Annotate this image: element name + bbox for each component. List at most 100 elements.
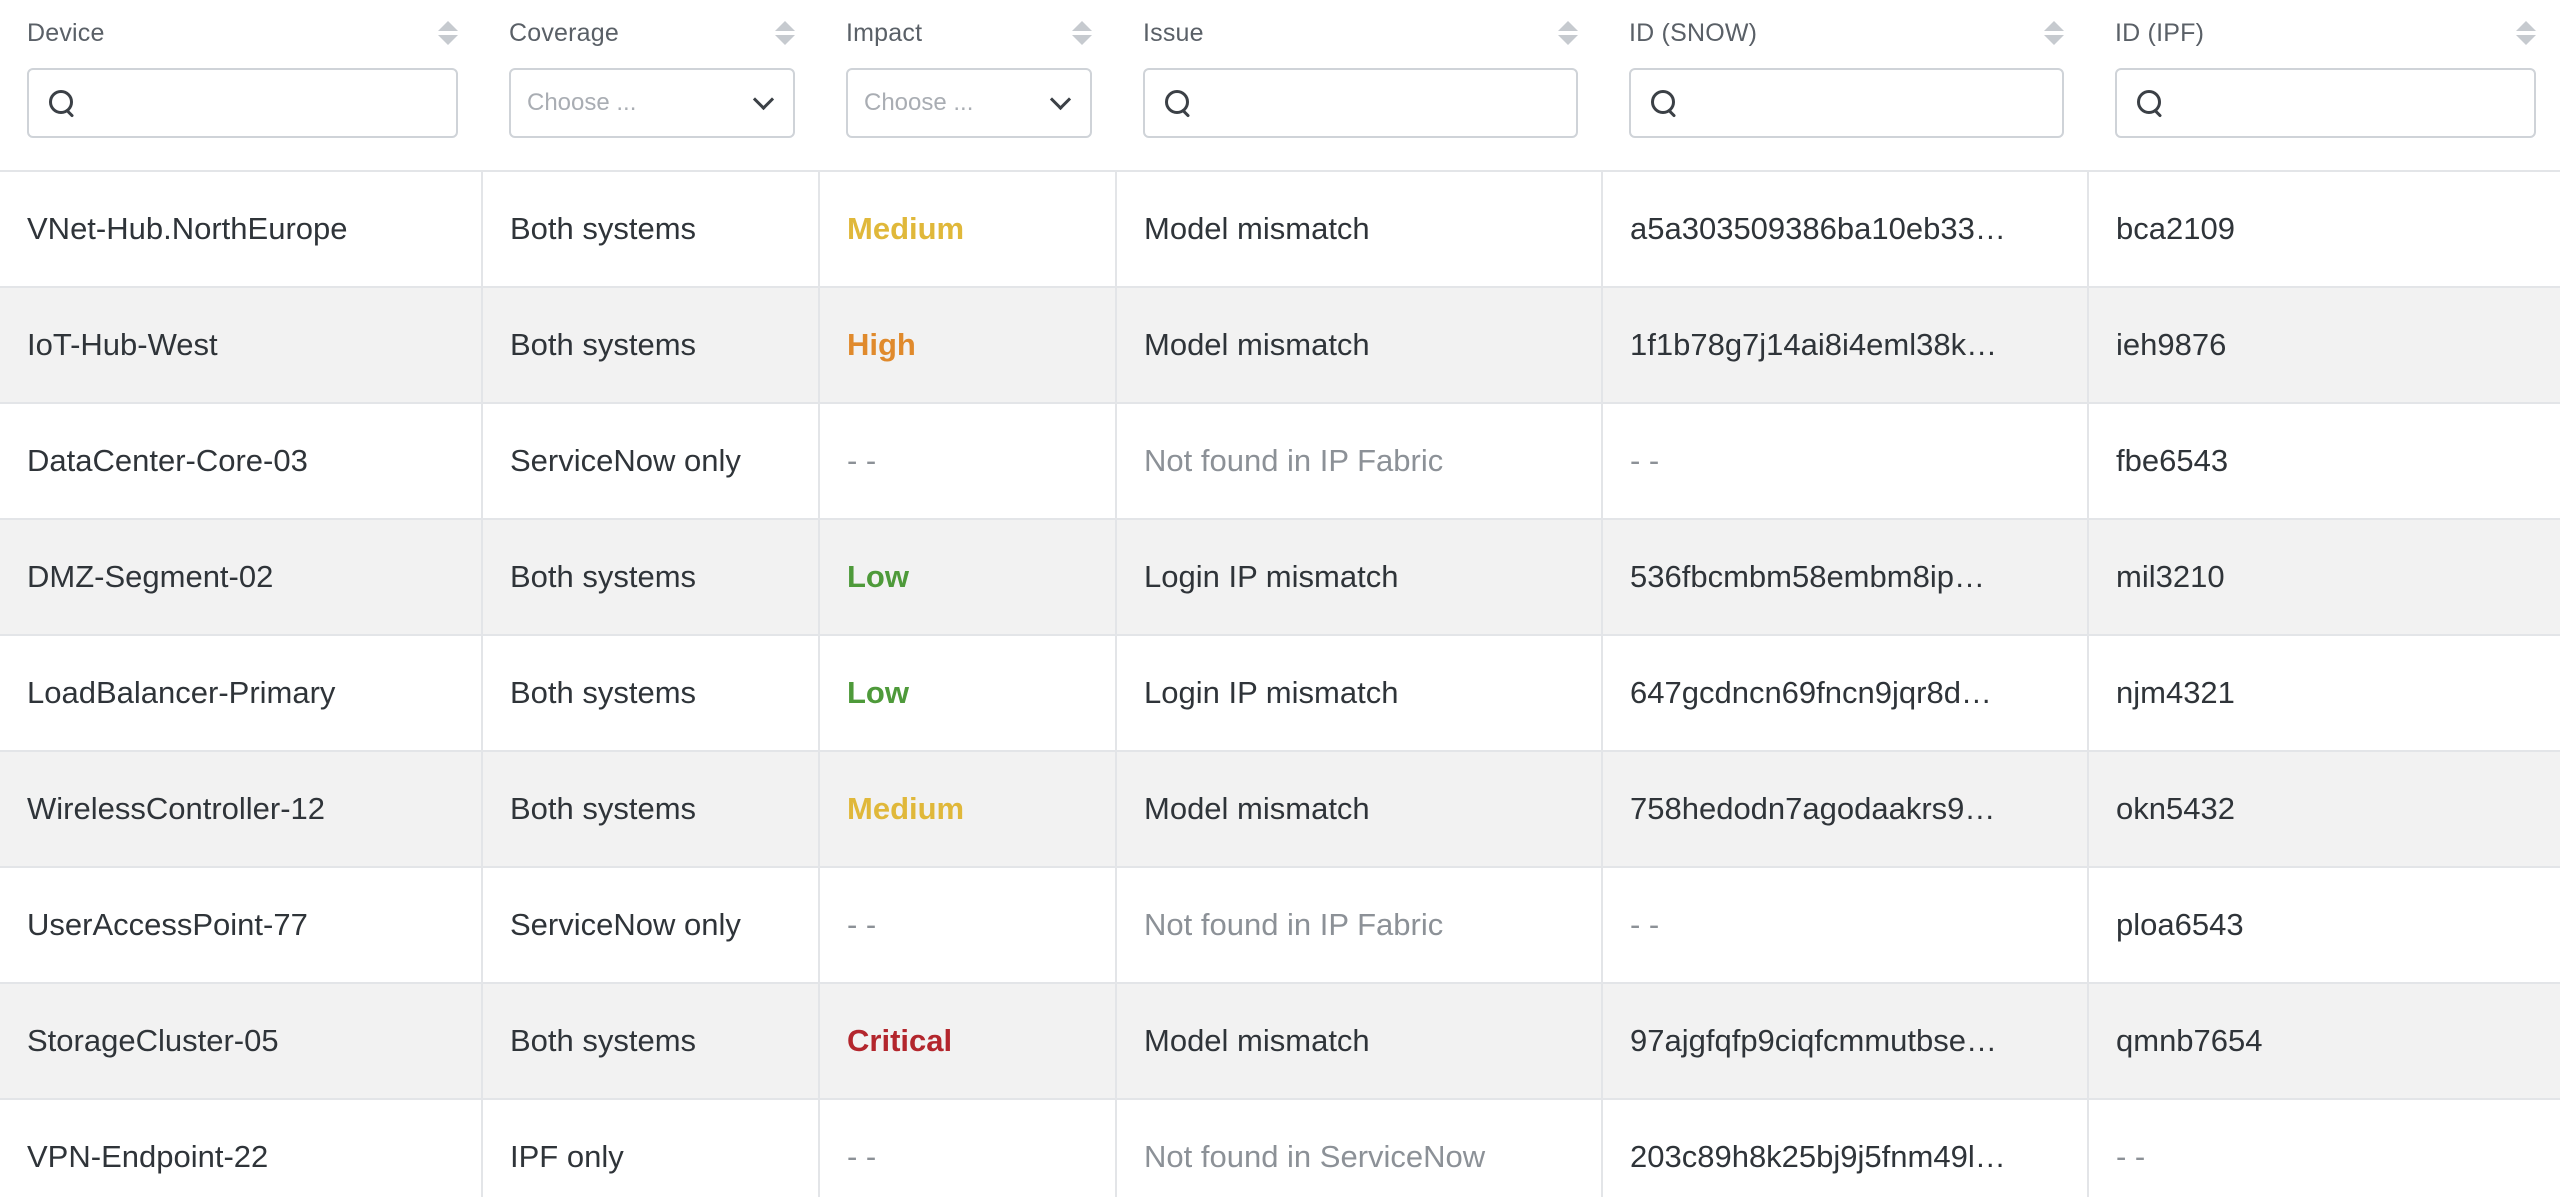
cell-issue: Not found in IP Fabric xyxy=(1116,867,1603,984)
search-icon xyxy=(1649,88,1679,118)
cell-id-snow: 758hedodn7agodaakrs9… xyxy=(1602,751,2089,868)
table-row[interactable]: DMZ-Segment-02 Both systems Low Login IP mi… xyxy=(0,519,2560,636)
table-row[interactable]: WirelessController-12 Both systems Medium M… xyxy=(0,751,2560,868)
cell-id-snow: 203c89h8k25bj9j5fnm49l… xyxy=(1602,1099,2089,1197)
cell-device: WirelessController-12 xyxy=(0,751,483,868)
cell-id-ipf: njm4321 xyxy=(2088,635,2560,752)
select-placeholder: Choose ... xyxy=(527,89,637,116)
cell-issue: Not found in ServiceNow xyxy=(1116,1099,1603,1197)
table-row[interactable]: UserAccessPoint-77 ServiceNow only - - Not … xyxy=(0,867,2560,984)
cell-device: LoadBalancer-Primary xyxy=(0,635,483,752)
table-row[interactable]: LoadBalancer-Primary Both systems Low Login… xyxy=(0,635,2560,752)
cell-device: DMZ-Segment-02 xyxy=(0,519,483,636)
cell-issue: Model mismatch xyxy=(1116,751,1603,868)
column-label: ID (IPF) xyxy=(2115,18,2205,47)
cell-coverage: Both systems xyxy=(482,751,820,868)
cell-device: DataCenter-Core-03 xyxy=(0,403,483,520)
cell-impact: High xyxy=(819,287,1117,404)
cell-id-snow: 647gcdncn69fncn9jqr8d… xyxy=(1602,635,2089,752)
column-header-id-ipf: ID (IPF) xyxy=(2088,0,2560,172)
table-row[interactable]: DataCenter-Core-03 ServiceNow only - - Not … xyxy=(0,403,2560,520)
table-row[interactable]: IoT-Hub-West Both systems High Model mismat… xyxy=(0,287,2560,404)
column-header-issue: Issue xyxy=(1116,0,1602,172)
issue-search-field[interactable] xyxy=(1143,68,1578,138)
cell-device: VNet-Hub.NorthEurope xyxy=(0,171,483,288)
cell-impact: Medium xyxy=(819,171,1117,288)
cell-coverage: Both systems xyxy=(482,171,820,288)
issue-search-input[interactable] xyxy=(1207,86,1558,120)
cell-issue: Model mismatch xyxy=(1116,287,1603,404)
id-snow-search-input[interactable] xyxy=(1693,86,2044,120)
cell-id-ipf: qmnb7654 xyxy=(2088,983,2560,1100)
cell-issue: Not found in IP Fabric xyxy=(1116,403,1603,520)
cell-coverage: ServiceNow only xyxy=(482,403,820,520)
device-comparison-grid: Device Coverage Choose ... Impact Choose… xyxy=(0,0,2560,1197)
select-placeholder: Choose ... xyxy=(864,89,974,116)
sort-icon[interactable] xyxy=(438,16,458,50)
id-ipf-search-input[interactable] xyxy=(2179,86,2516,120)
data-table: Device Coverage Choose ... Impact Choose… xyxy=(0,0,2560,1197)
cell-device: UserAccessPoint-77 xyxy=(0,867,483,984)
sort-icon[interactable] xyxy=(1072,16,1092,50)
header-row: Device Coverage Choose ... Impact Choose… xyxy=(0,0,2560,172)
cell-impact: - - xyxy=(819,867,1117,984)
cell-id-ipf: okn5432 xyxy=(2088,751,2560,868)
cell-coverage: Both systems xyxy=(482,519,820,636)
cell-coverage: Both systems xyxy=(482,635,820,752)
cell-device: StorageCluster-05 xyxy=(0,983,483,1100)
device-search-input[interactable] xyxy=(91,86,438,120)
sort-icon[interactable] xyxy=(1558,16,1578,50)
cell-id-snow: - - xyxy=(1602,867,2089,984)
cell-issue: Model mismatch xyxy=(1116,983,1603,1100)
cell-id-ipf: ieh9876 xyxy=(2088,287,2560,404)
chevron-down-icon xyxy=(1049,88,1072,110)
column-label: Coverage xyxy=(509,18,619,47)
cell-impact: - - xyxy=(819,403,1117,520)
cell-device: VPN-Endpoint-22 xyxy=(0,1099,483,1197)
column-header-impact: Impact Choose ... xyxy=(819,0,1116,172)
cell-id-ipf: mil3210 xyxy=(2088,519,2560,636)
cell-impact: Low xyxy=(819,519,1117,636)
cell-coverage: Both systems xyxy=(482,287,820,404)
cell-id-snow: 97ajgfqfp9ciqfcmmutbse… xyxy=(1602,983,2089,1100)
cell-id-ipf: - - xyxy=(2088,1099,2560,1197)
cell-impact: Low xyxy=(819,635,1117,752)
cell-issue: Model mismatch xyxy=(1116,171,1603,288)
impact-filter-select[interactable]: Choose ... xyxy=(846,68,1092,138)
table-row[interactable]: StorageCluster-05 Both systems Critical Mod… xyxy=(0,983,2560,1100)
sort-icon[interactable] xyxy=(2044,16,2064,50)
column-label: Impact xyxy=(846,18,923,47)
table-row[interactable]: VNet-Hub.NorthEurope Both systems Medium Mo… xyxy=(0,171,2560,288)
cell-device: IoT-Hub-West xyxy=(0,287,483,404)
cell-coverage: IPF only xyxy=(482,1099,820,1197)
column-header-device: Device xyxy=(0,0,482,172)
column-label: ID (SNOW) xyxy=(1629,18,1758,47)
cell-id-snow: - - xyxy=(1602,403,2089,520)
coverage-filter-select[interactable]: Choose ... xyxy=(509,68,795,138)
cell-id-snow: 536fbcmbm58embm8ip… xyxy=(1602,519,2089,636)
device-search-field[interactable] xyxy=(27,68,458,138)
chevron-down-icon xyxy=(752,88,775,110)
cell-id-ipf: bca2109 xyxy=(2088,171,2560,288)
column-header-coverage: Coverage Choose ... xyxy=(482,0,819,172)
table-body: VNet-Hub.NorthEurope Both systems Medium Mo… xyxy=(0,171,2560,1197)
id-ipf-search-field[interactable] xyxy=(2115,68,2536,138)
search-icon xyxy=(1163,88,1193,118)
table-header: Device Coverage Choose ... Impact Choose… xyxy=(0,0,2560,172)
cell-impact: - - xyxy=(819,1099,1117,1197)
cell-id-snow: 1f1b78g7j14ai8i4eml38k… xyxy=(1602,287,2089,404)
cell-id-snow: a5a303509386ba10eb33… xyxy=(1602,171,2089,288)
cell-coverage: ServiceNow only xyxy=(482,867,820,984)
search-icon xyxy=(47,88,77,118)
sort-icon[interactable] xyxy=(775,16,795,50)
table-row[interactable]: VPN-Endpoint-22 IPF only - - Not found in S… xyxy=(0,1099,2560,1197)
cell-id-ipf: fbe6543 xyxy=(2088,403,2560,520)
sort-icon[interactable] xyxy=(2516,16,2536,50)
column-label: Device xyxy=(27,18,105,47)
cell-id-ipf: ploa6543 xyxy=(2088,867,2560,984)
cell-coverage: Both systems xyxy=(482,983,820,1100)
cell-issue: Login IP mismatch xyxy=(1116,519,1603,636)
id-snow-search-field[interactable] xyxy=(1629,68,2064,138)
search-icon xyxy=(2135,88,2165,118)
cell-impact: Medium xyxy=(819,751,1117,868)
